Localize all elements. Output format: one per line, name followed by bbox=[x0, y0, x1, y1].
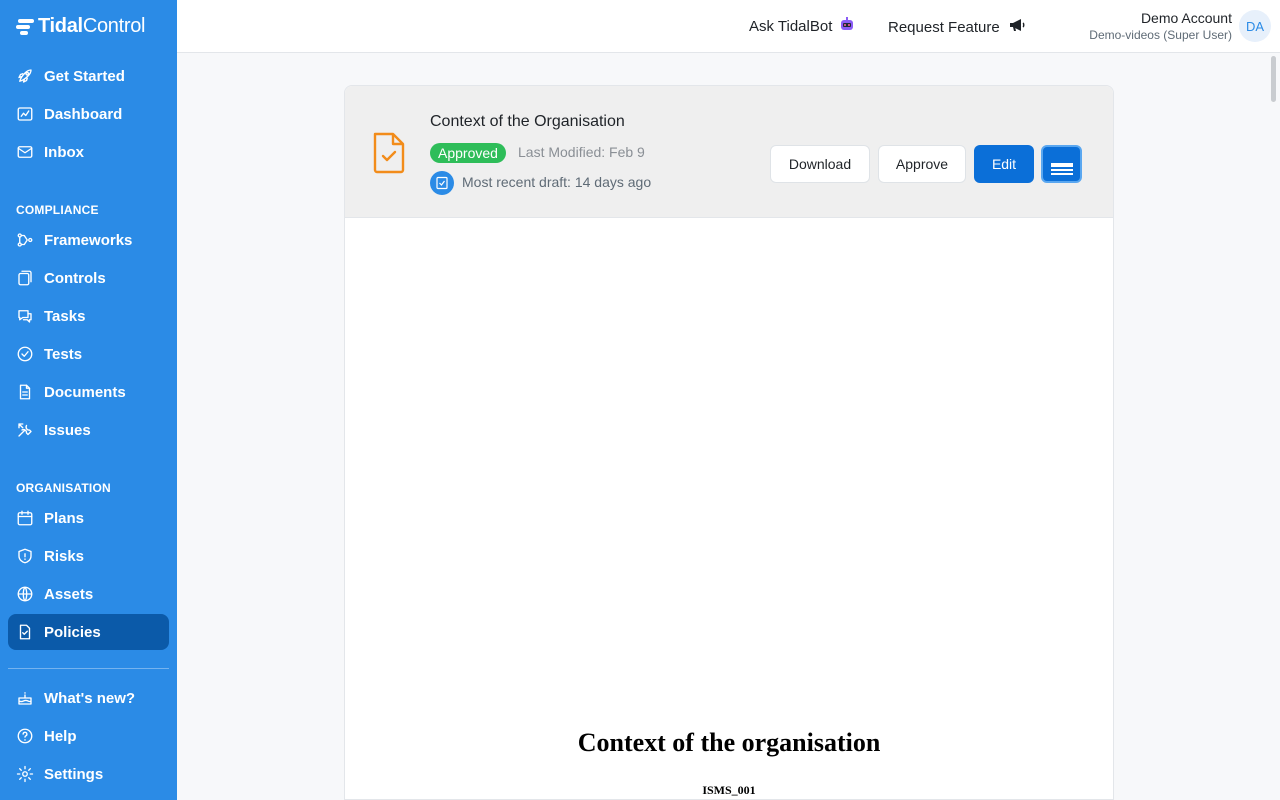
last-modified: Last Modified: Feb 9 bbox=[518, 144, 645, 160]
sidebar-item-label: Assets bbox=[44, 585, 94, 603]
topbar: Ask TidalBot Request Feature Demo Accoun… bbox=[177, 0, 1280, 53]
rocket-icon bbox=[16, 67, 34, 85]
tidalcontrol-logo[interactable]: TidalControl bbox=[16, 14, 145, 38]
gear-icon bbox=[16, 765, 34, 783]
sidebar-item-label: Tests bbox=[44, 345, 83, 363]
sidebar-item-settings[interactable]: Settings bbox=[8, 756, 169, 792]
robot-icon bbox=[840, 17, 854, 35]
most-recent-draft[interactable]: Most recent draft: 14 days ago bbox=[462, 174, 651, 190]
sidebar-item-label: Policies bbox=[44, 623, 101, 641]
sidebar-item-controls[interactable]: Controls bbox=[8, 260, 169, 296]
page-scrollbar[interactable] bbox=[1271, 56, 1276, 102]
sidebar-item-risks[interactable]: Risks bbox=[8, 538, 169, 574]
check-circle-icon bbox=[16, 345, 34, 363]
sidebar-divider bbox=[8, 668, 169, 669]
sidebar-item-label: Dashboard bbox=[44, 105, 123, 123]
status-badge: Approved bbox=[430, 143, 506, 163]
sidebar-item-issues[interactable]: Issues bbox=[8, 412, 169, 448]
sidebar-item-tests[interactable]: Tests bbox=[8, 336, 169, 372]
sidebar: TidalControl Get Started Dashboard Inbox… bbox=[0, 0, 177, 800]
chat-icon bbox=[16, 307, 34, 325]
document-code: ISMS_001 bbox=[702, 783, 756, 797]
sidebar-item-plans[interactable]: Plans bbox=[8, 500, 169, 536]
request-feature-label: Request Feature bbox=[888, 18, 1000, 36]
sidebar-item-label: Issues bbox=[44, 421, 91, 439]
tools-icon bbox=[16, 421, 34, 439]
calendar-icon bbox=[16, 509, 34, 527]
sidebar-item-label: Controls bbox=[44, 269, 106, 287]
document-icon bbox=[16, 383, 34, 401]
account-name: Demo Account bbox=[1140, 10, 1232, 26]
sidebar-item-label: Plans bbox=[44, 509, 85, 527]
megaphone-icon bbox=[1008, 17, 1026, 37]
sidebar-item-label: Get Started bbox=[44, 67, 125, 85]
sidebar-item-label: Frameworks bbox=[44, 231, 133, 249]
ask-tidalbot-link[interactable]: Ask TidalBot bbox=[749, 17, 854, 35]
document-body-heading: Context of the organisation bbox=[577, 728, 881, 757]
sidebar-item-label: Settings bbox=[44, 765, 104, 783]
policy-document-card: Context of the Organisation Approved Las… bbox=[344, 85, 1114, 800]
logo-mark-icon bbox=[16, 17, 34, 35]
document-header: Context of the Organisation Approved Las… bbox=[345, 86, 1113, 218]
account-role: Demo-videos (Super User) bbox=[1089, 28, 1232, 42]
more-menu-button[interactable] bbox=[1041, 145, 1082, 183]
controls-icon bbox=[16, 269, 34, 287]
sidebar-item-label: Help bbox=[44, 727, 77, 745]
globe-icon bbox=[16, 585, 34, 603]
ask-tidalbot-label: Ask TidalBot bbox=[749, 17, 833, 35]
request-feature-link[interactable]: Request Feature bbox=[888, 17, 1026, 37]
sidebar-item-tasks[interactable]: Tasks bbox=[8, 298, 169, 334]
sidebar-item-policies[interactable]: Policies bbox=[8, 614, 169, 650]
section-title-compliance: COMPLIANCE bbox=[16, 203, 99, 217]
sidebar-item-whats-new[interactable]: What's new? bbox=[8, 680, 169, 716]
sidebar-item-assets[interactable]: Assets bbox=[8, 576, 169, 612]
sidebar-item-label: What's new? bbox=[44, 689, 136, 707]
sidebar-item-label: Documents bbox=[44, 383, 126, 401]
chart-icon bbox=[16, 105, 34, 123]
sidebar-item-get-started[interactable]: Get Started bbox=[8, 58, 169, 94]
framework-icon bbox=[16, 231, 34, 249]
account-info[interactable]: Demo Account Demo-videos (Super User) bbox=[1089, 10, 1232, 42]
sidebar-item-help[interactable]: Help bbox=[8, 718, 169, 754]
sidebar-item-inbox[interactable]: Inbox bbox=[8, 134, 169, 170]
hamburger-icon bbox=[1050, 163, 1073, 175]
mail-icon bbox=[16, 143, 34, 161]
sidebar-item-frameworks[interactable]: Frameworks bbox=[8, 222, 169, 258]
sidebar-item-label: Tasks bbox=[44, 307, 86, 325]
approve-button[interactable]: Approve bbox=[878, 145, 966, 183]
sidebar-item-documents[interactable]: Documents bbox=[8, 374, 169, 410]
help-icon bbox=[16, 727, 34, 745]
sidebar-item-label: Inbox bbox=[44, 143, 84, 161]
draft-icon bbox=[430, 171, 454, 195]
cake-icon bbox=[16, 689, 34, 707]
policy-file-icon bbox=[373, 130, 405, 174]
logo-text: TidalControl bbox=[38, 14, 146, 37]
shield-icon bbox=[16, 547, 34, 565]
avatar[interactable]: DA bbox=[1239, 10, 1271, 42]
policy-icon bbox=[16, 623, 34, 641]
edit-button[interactable]: Edit bbox=[974, 145, 1034, 183]
section-title-organisation: ORGANISATION bbox=[16, 481, 111, 495]
document-title: Context of the Organisation bbox=[430, 113, 625, 130]
sidebar-item-dashboard[interactable]: Dashboard bbox=[8, 96, 169, 132]
sidebar-item-label: Risks bbox=[44, 547, 85, 565]
download-button[interactable]: Download bbox=[770, 145, 870, 183]
